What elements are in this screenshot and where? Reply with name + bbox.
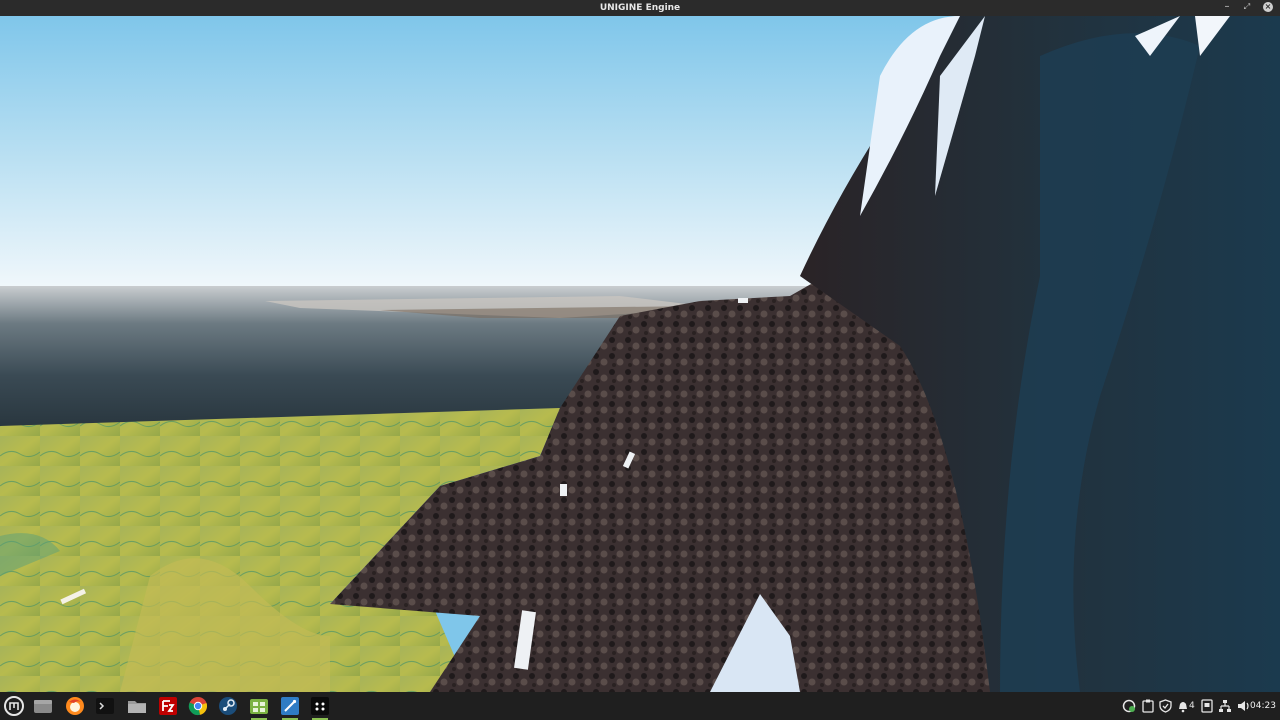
filezilla-icon [159, 697, 177, 715]
unigine-app-icon [311, 697, 329, 715]
mint-menu-button[interactable] [2, 695, 26, 717]
close-button[interactable]: × [1261, 0, 1275, 16]
software-manager-launcher[interactable] [247, 695, 271, 720]
firefox-icon [66, 697, 84, 715]
taskbar: 4 04:23 [0, 692, 1280, 720]
maximize-button[interactable]: ⤢ [1240, 0, 1254, 16]
system-tray [1122, 692, 1191, 720]
mint-menu-icon [4, 696, 24, 716]
maximize-icon: ⤢ [1243, 2, 1251, 11]
network-icon[interactable] [1219, 699, 1231, 713]
chrome-launcher[interactable] [186, 695, 210, 717]
firefox-launcher[interactable] [63, 695, 87, 717]
chrome-icon [188, 697, 208, 716]
unigine-editor-launcher[interactable] [278, 695, 302, 720]
filezilla-launcher[interactable] [156, 695, 180, 717]
terminal-icon [96, 698, 114, 714]
minimize-icon: – [1224, 1, 1230, 12]
render-viewport[interactable] [0, 16, 1280, 692]
software-manager-icon [250, 699, 268, 714]
minimize-button[interactable]: – [1220, 0, 1234, 16]
steam-launcher[interactable] [216, 695, 240, 717]
desktop-icon [34, 700, 52, 713]
workspace-count[interactable]: 4 [1189, 692, 1195, 720]
close-icon: × [1263, 2, 1273, 12]
unigine-engine-taskbutton[interactable] [308, 695, 332, 720]
terminal-launcher[interactable] [93, 695, 117, 717]
clipboard-icon[interactable] [1142, 699, 1154, 713]
window-title: UNIGINE Engine [599, 3, 681, 13]
volume-icon[interactable] [1237, 699, 1250, 713]
update-manager-icon[interactable] [1122, 699, 1136, 713]
show-desktop-button[interactable] [31, 695, 55, 717]
files-launcher[interactable] [125, 695, 149, 717]
removable-drive-icon[interactable] [1201, 699, 1213, 713]
clock[interactable]: 04:23 [1250, 692, 1276, 720]
window-titlebar[interactable]: UNIGINE Engine – ⤢ × [0, 0, 1280, 16]
system-tray-right [1201, 692, 1250, 720]
notifications-icon[interactable] [1177, 699, 1189, 713]
shield-icon[interactable] [1159, 699, 1172, 713]
steam-icon [219, 697, 237, 715]
folder-icon [128, 701, 146, 713]
terrain-scene [0, 16, 1280, 692]
unigine-editor-icon [281, 697, 299, 715]
